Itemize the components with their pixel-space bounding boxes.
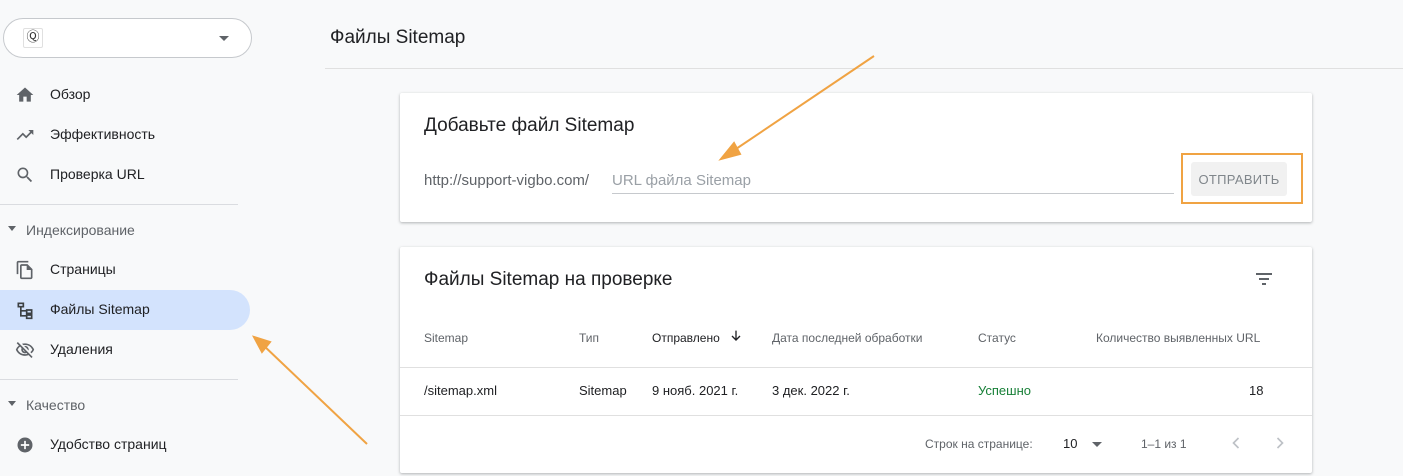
property-logo: Ⓠ [23,28,43,48]
column-header-status[interactable]: Статус [978,331,1016,345]
rows-per-page-label: Строк на странице: [925,437,1033,451]
sidebar-item-url-inspection[interactable]: Проверка URL [0,155,250,195]
sidebar-item-overview[interactable]: Обзор [0,75,250,115]
trending-up-icon [16,130,34,140]
arrow-down-icon [731,330,741,341]
cell-status: Успешно [978,383,1031,398]
chevron-left-icon[interactable] [1226,433,1246,453]
section-label: Качество [26,397,86,413]
chevron-down-icon [1092,442,1102,447]
sidebar: Ⓠ Обзор Эффективность Проверка URL Индек… [0,0,260,476]
submitted-sitemaps-card: Файлы Sitemap на проверке Sitemap Тип От… [400,247,1312,473]
rows-per-page-value: 10 [1063,436,1078,451]
property-selector[interactable]: Ⓠ [3,18,252,58]
column-header-discovered-urls[interactable]: Количество выявленных URL [1096,331,1260,345]
arrow-to-sitemaps-item [261,343,368,445]
table-divider [400,367,1312,368]
sitemap-icon [17,302,33,320]
sidebar-divider [0,379,238,380]
table-divider [400,415,1312,416]
sitemap-url-input[interactable] [612,167,1174,194]
submit-highlight-box [1181,153,1303,204]
column-header-last-read[interactable]: Дата последней обработки [772,331,922,345]
submitted-sitemaps-title: Файлы Sitemap на проверке [424,269,673,290]
column-header-type[interactable]: Тип [579,331,599,345]
column-header-label: Отправлено [652,331,720,345]
sidebar-item-label: Эффективность [50,126,156,142]
sidebar-item-sitemaps[interactable]: Файлы Sitemap [0,290,250,330]
page-title: Файлы Sitemap [330,27,466,48]
caret-down-icon [8,226,16,231]
sidebar-item-performance[interactable]: Эффективность [0,115,250,155]
sidebar-item-removals[interactable]: Удаления [0,330,250,370]
add-sitemap-card: Добавьте файл Sitemap http://support-vig… [400,93,1312,222]
caret-down-icon [8,401,16,406]
sidebar-item-pages[interactable]: Страницы [0,250,250,290]
column-header-submitted[interactable]: Отправлено [652,330,741,345]
sidebar-item-label: Страницы [50,261,116,277]
cell-type: Sitemap [579,383,627,398]
cell-submitted: 9 нояб. 2021 г. [652,383,739,398]
sidebar-item-label: Обзор [50,86,91,102]
section-quality[interactable]: Качество [0,390,250,420]
sidebar-item-label: Удаления [50,341,113,357]
add-sitemap-title: Добавьте файл Sitemap [424,115,635,136]
sidebar-item-label: Файлы Sitemap [50,301,150,317]
sidebar-divider [0,204,238,205]
visibility-off-icon [15,342,35,358]
cell-last-read: 3 дек. 2022 г. [772,383,850,398]
add-circle-icon [17,437,33,453]
cell-sitemap: /sitemap.xml [424,383,497,398]
filter-icon[interactable] [1252,267,1276,291]
search-icon [17,167,33,183]
header-divider [325,68,1403,69]
home-icon [16,87,34,102]
section-indexing[interactable]: Индексирование [0,215,250,245]
chevron-down-icon [219,36,229,41]
chevron-right-icon[interactable] [1270,433,1290,453]
section-label: Индексирование [26,222,135,238]
sidebar-item-page-experience[interactable]: Удобство страниц [0,425,250,465]
pages-icon [16,260,33,280]
pagination-range: 1–1 из 1 [1141,437,1187,451]
url-prefix: http://support-vigbo.com/ [424,172,590,189]
cell-discovered-urls: 18 [1249,383,1264,398]
sidebar-item-label: Проверка URL [50,166,145,182]
column-header-sitemap[interactable]: Sitemap [424,331,468,345]
rows-per-page-select[interactable]: 10 [1063,435,1108,455]
sidebar-item-label: Удобство страниц [50,436,167,452]
